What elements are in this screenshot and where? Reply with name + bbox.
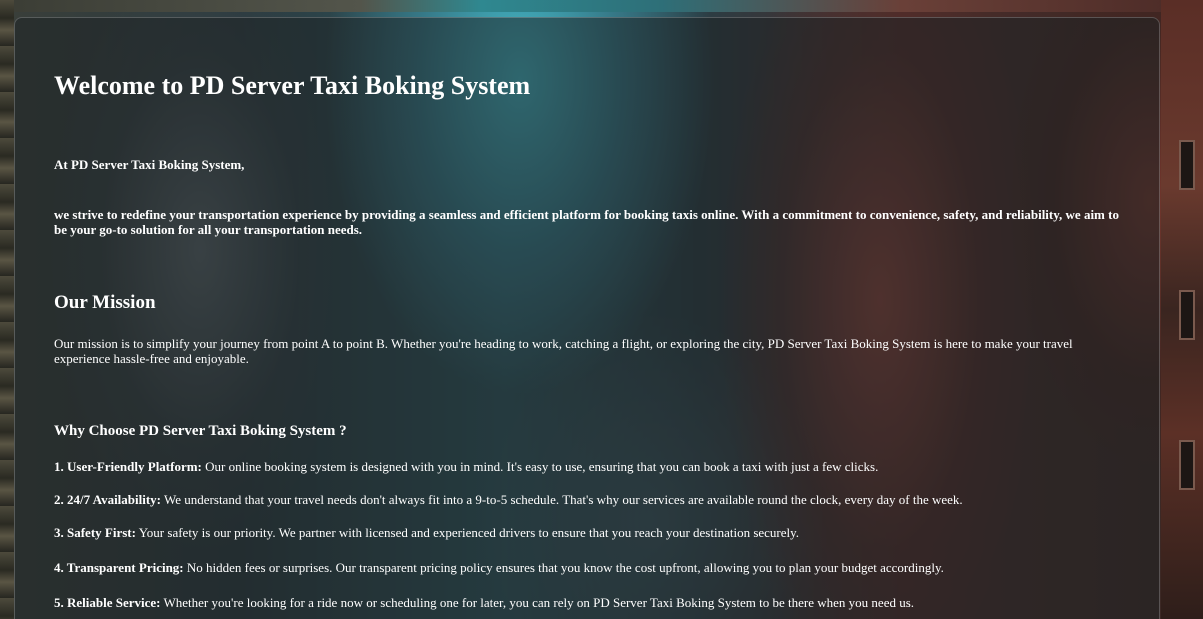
reason-item: 2. 24/7 Availability: We understand that…: [54, 492, 963, 508]
background-left-strip: [0, 0, 14, 619]
reason-label: 2. 24/7 Availability:: [54, 492, 162, 507]
page-title: Welcome to PD Server Taxi Boking System: [54, 71, 531, 100]
building-window-shape: [1179, 440, 1195, 490]
mission-heading: Our Mission: [54, 292, 156, 313]
background-right-strip: [1161, 0, 1203, 619]
reason-text: No hidden fees or surprises. Our transpa…: [183, 560, 944, 575]
intro-body: we strive to redefine your transportatio…: [54, 207, 1119, 237]
reason-text: We understand that your travel needs don…: [161, 492, 963, 507]
reason-label: 1. User-Friendly Platform:: [54, 459, 202, 474]
building-window-shape: [1179, 290, 1195, 340]
reason-item: 3. Safety First: Your safety is our prio…: [54, 525, 799, 541]
mission-body: Our mission is to simplify your journey …: [54, 336, 1073, 366]
reason-label: 5. Reliable Service:: [54, 595, 161, 610]
reason-text: Whether you're looking for a ride now or…: [160, 595, 915, 610]
reason-text: Your safety is our priority. We partner …: [135, 525, 800, 540]
building-window-shape: [1179, 140, 1195, 190]
intro-lead: At PD Server Taxi Boking System,: [54, 157, 245, 172]
reason-item: 1. User-Friendly Platform: Our online bo…: [54, 459, 878, 475]
reason-label: 4. Transparent Pricing:: [54, 560, 184, 575]
reason-text: Our online booking system is designed wi…: [201, 459, 879, 474]
background-top-strip: [0, 0, 1203, 12]
why-heading: Why Choose PD Server Taxi Boking System …: [54, 423, 347, 439]
reason-item: 5. Reliable Service: Whether you're look…: [54, 595, 914, 611]
reason-item: 4. Transparent Pricing: No hidden fees o…: [54, 560, 944, 576]
reason-label: 3. Safety First:: [54, 525, 136, 540]
